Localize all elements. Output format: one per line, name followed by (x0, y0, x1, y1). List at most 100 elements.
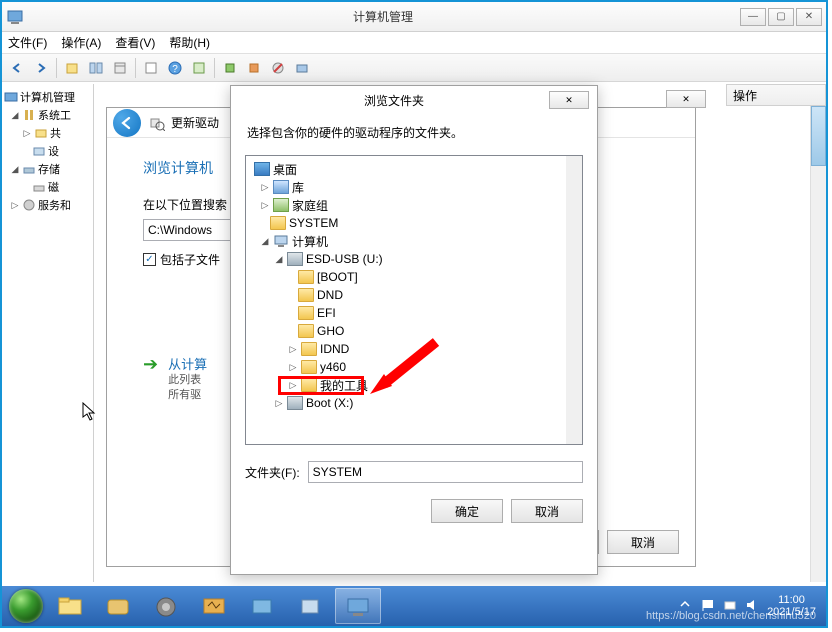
expander-icon[interactable]: ◢ (10, 164, 20, 174)
folder-icon (270, 216, 286, 230)
minimize-button[interactable]: — (740, 8, 766, 26)
toolbar-icon-7[interactable] (243, 57, 265, 79)
tree-root[interactable]: 计算机管理 (20, 89, 75, 105)
tree-boot[interactable]: [BOOT] (248, 268, 580, 286)
help-icon[interactable]: ? (164, 57, 186, 79)
modal-title: 更新驱动 (171, 114, 219, 131)
nav-tree[interactable]: 计算机管理 ◢ 系统工 ▷ 共 设 ◢ 存储 磁 ▷ 服务和 (2, 84, 94, 582)
taskbar-item-computer-management[interactable] (335, 588, 381, 624)
browse-close-button[interactable]: ✕ (549, 91, 589, 109)
folder-field-label: 文件夹(F): (245, 464, 300, 481)
tray-volume-icon[interactable] (745, 598, 761, 614)
tree-computer[interactable]: ◢计算机 (248, 232, 580, 250)
taskbar: 11:00 2021/5/17 (2, 586, 826, 626)
toolbar-icon-6[interactable] (219, 57, 241, 79)
taskbar-item-5[interactable] (239, 588, 285, 624)
toolbar-icon-8[interactable] (267, 57, 289, 79)
toolbar-icon-9[interactable] (291, 57, 313, 79)
toolbar-icon-1[interactable] (61, 57, 83, 79)
library-icon (273, 180, 289, 194)
tray-network-icon[interactable] (723, 598, 739, 614)
tree-system-folder[interactable]: SYSTEM (248, 214, 580, 232)
tray-flag-icon[interactable] (701, 598, 717, 614)
tree-storage[interactable]: 存储 (38, 161, 60, 177)
tree-esd-usb[interactable]: ◢ESD-USB (U:) (248, 250, 580, 268)
tree-bootx[interactable]: ▷Boot (X:) (248, 394, 580, 412)
svg-text:?: ? (172, 64, 178, 75)
close-button[interactable]: ✕ (796, 8, 822, 26)
forward-icon[interactable] (30, 57, 52, 79)
back-button[interactable] (113, 109, 141, 137)
taskbar-item-4[interactable] (191, 588, 237, 624)
tree-scrollbar[interactable] (566, 156, 582, 444)
expander-icon[interactable]: ▷ (10, 200, 20, 210)
tree-gho[interactable]: GHO (248, 322, 580, 340)
app-icon (6, 8, 24, 26)
titlebar: 计算机管理 — ▢ ✕ (2, 2, 826, 32)
folder-tree[interactable]: 桌面 ▷库 ▷家庭组 SYSTEM ◢计算机 ◢ESD-USB (U:) [BO… (245, 155, 583, 445)
menu-action[interactable]: 操作(A) (61, 34, 101, 51)
windows-orb-icon (9, 589, 43, 623)
ok-button[interactable]: 确定 (431, 499, 503, 523)
clock-time: 11:00 (767, 594, 816, 606)
menubar: 文件(F) 操作(A) 查看(V) 帮助(H) (2, 32, 826, 54)
maximize-button[interactable]: ▢ (768, 8, 794, 26)
folder-icon (298, 288, 314, 302)
taskbar-item-6[interactable] (287, 588, 333, 624)
folder-icon (301, 342, 317, 356)
system-tray[interactable]: 11:00 2021/5/17 (679, 594, 822, 618)
toolbar-icon-4[interactable] (140, 57, 162, 79)
scrollbar-thumb[interactable] (811, 106, 826, 166)
folder-icon (301, 360, 317, 374)
tree-dnd[interactable]: DND (248, 286, 580, 304)
search-device-icon (149, 115, 165, 131)
outer-close-button[interactable]: ✕ (666, 90, 706, 108)
computer-icon (273, 234, 289, 248)
tree-homegroup[interactable]: ▷家庭组 (248, 196, 580, 214)
option-desc-1: 此列表 (168, 373, 207, 388)
start-button[interactable] (6, 586, 46, 626)
tree-my-tools[interactable]: ▷我的工具 (248, 376, 580, 394)
folder-field-input[interactable] (308, 461, 583, 483)
folder-icon (298, 324, 314, 338)
option-pick-from-list[interactable]: 从计算 (168, 354, 207, 373)
desktop-icon (254, 162, 270, 176)
toolbar: ? (2, 54, 826, 82)
tree-services[interactable]: 服务和 (38, 197, 71, 213)
include-subfolders-checkbox[interactable]: ✓ (143, 253, 156, 266)
tree-disk[interactable]: 磁 (48, 179, 59, 195)
cancel-button[interactable]: 取消 (607, 530, 679, 554)
folder-icon (298, 306, 314, 320)
option-desc-2: 所有驱 (168, 388, 207, 403)
taskbar-item-3[interactable] (143, 588, 189, 624)
expander-icon[interactable]: ▷ (22, 128, 32, 138)
taskbar-item-explorer[interactable] (47, 588, 93, 624)
expander-icon[interactable]: ◢ (10, 110, 20, 120)
toolbar-icon-3[interactable] (109, 57, 131, 79)
toolbar-icon-2[interactable] (85, 57, 107, 79)
menu-file[interactable]: 文件(F) (8, 34, 47, 51)
tray-chevron-icon[interactable] (679, 598, 695, 614)
cancel-button[interactable]: 取消 (511, 499, 583, 523)
taskbar-item-2[interactable] (95, 588, 141, 624)
homegroup-icon (273, 198, 289, 212)
menu-help[interactable]: 帮助(H) (169, 34, 210, 51)
folder-icon (301, 378, 317, 392)
back-icon[interactable] (6, 57, 28, 79)
menu-view[interactable]: 查看(V) (115, 34, 155, 51)
tree-desktop[interactable]: 桌面 (248, 160, 580, 178)
tree-idnd[interactable]: ▷IDND (248, 340, 580, 358)
tree-devices[interactable]: 设 (48, 143, 59, 159)
tree-library[interactable]: ▷库 (248, 178, 580, 196)
tree-shared[interactable]: 共 (50, 125, 61, 141)
actions-pane-header: 操作 (726, 84, 826, 106)
taskbar-clock[interactable]: 11:00 2021/5/17 (767, 594, 816, 618)
toolbar-icon-5[interactable] (188, 57, 210, 79)
tree-system-tools[interactable]: 系统工 (38, 107, 71, 123)
window-title: 计算机管理 (28, 8, 738, 25)
folder-icon (298, 270, 314, 284)
scrollbar[interactable] (810, 106, 826, 582)
tree-efi[interactable]: EFI (248, 304, 580, 322)
tree-y460[interactable]: ▷y460 (248, 358, 580, 376)
drive-icon (287, 396, 303, 410)
